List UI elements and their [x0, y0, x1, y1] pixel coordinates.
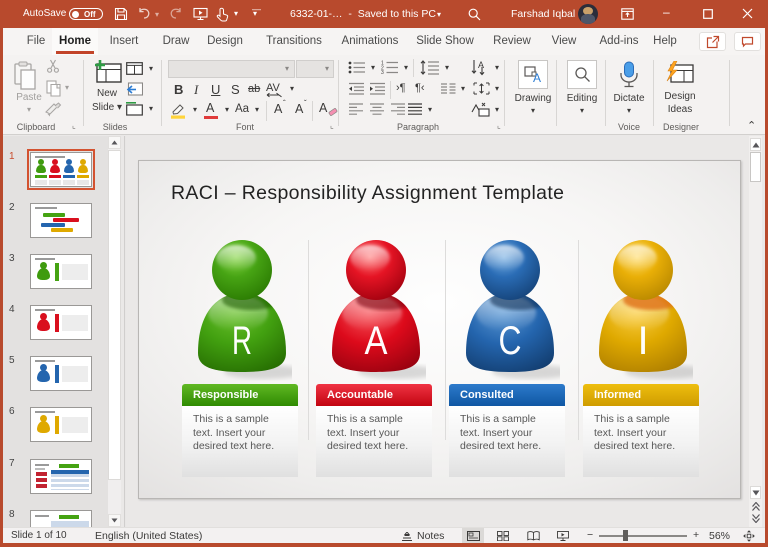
svg-text:3: 3 [381, 70, 384, 74]
svg-text:AV: AV [266, 82, 281, 94]
svg-text:A: A [365, 319, 388, 363]
svg-text:I: I [637, 319, 648, 363]
svg-text:R: R [232, 319, 252, 363]
svg-text:A: A [533, 71, 541, 83]
svg-text:A: A [478, 60, 484, 70]
svg-text:C: C [499, 319, 522, 363]
